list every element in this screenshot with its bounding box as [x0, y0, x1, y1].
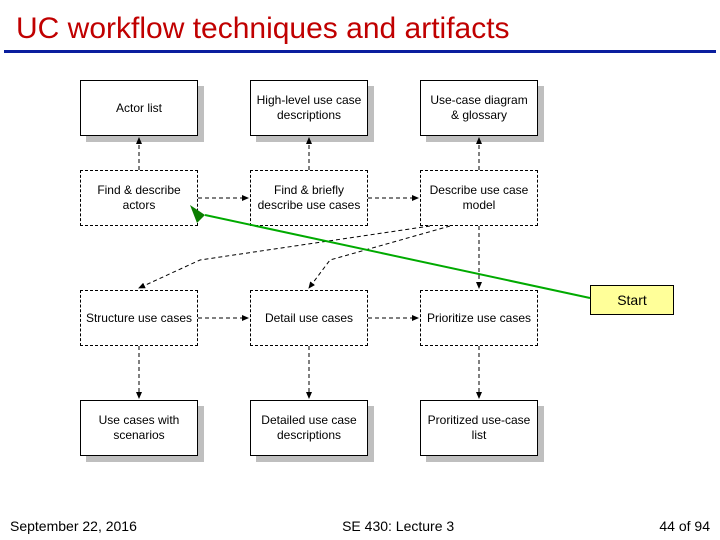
footer-page: 44 of 94 [659, 518, 710, 534]
footer-center: SE 430: Lecture 3 [342, 518, 454, 534]
page-title: UC workflow techniques and artifacts [0, 0, 720, 50]
box-detailed-desc: Detailed use case descriptions [250, 400, 368, 456]
title-underline [4, 50, 716, 53]
footer-date: September 22, 2016 [10, 518, 137, 534]
start-callout: Start [590, 285, 674, 315]
box-find-brief: Find & briefly describe use cases [250, 170, 368, 226]
box-hl-desc: High-level use case descriptions [250, 80, 368, 136]
box-describe-model: Describe use case model [420, 170, 538, 226]
box-prioritize: Prioritize use cases [420, 290, 538, 346]
slide-footer: September 22, 2016 SE 430: Lecture 3 44 … [0, 512, 720, 540]
box-uc-diag-gloss: Use-case diagram & glossary [420, 80, 538, 136]
box-prioritized-list: Proritized use-case list [420, 400, 538, 456]
box-find-actors: Find & describe actors [80, 170, 198, 226]
box-actor-list: Actor list [80, 80, 198, 136]
box-detail: Detail use cases [250, 290, 368, 346]
box-structure: Structure use cases [80, 290, 198, 346]
workflow-diagram: Actor list High-level use case descripti… [0, 60, 720, 490]
box-scenarios: Use cases with scenarios [80, 400, 198, 456]
